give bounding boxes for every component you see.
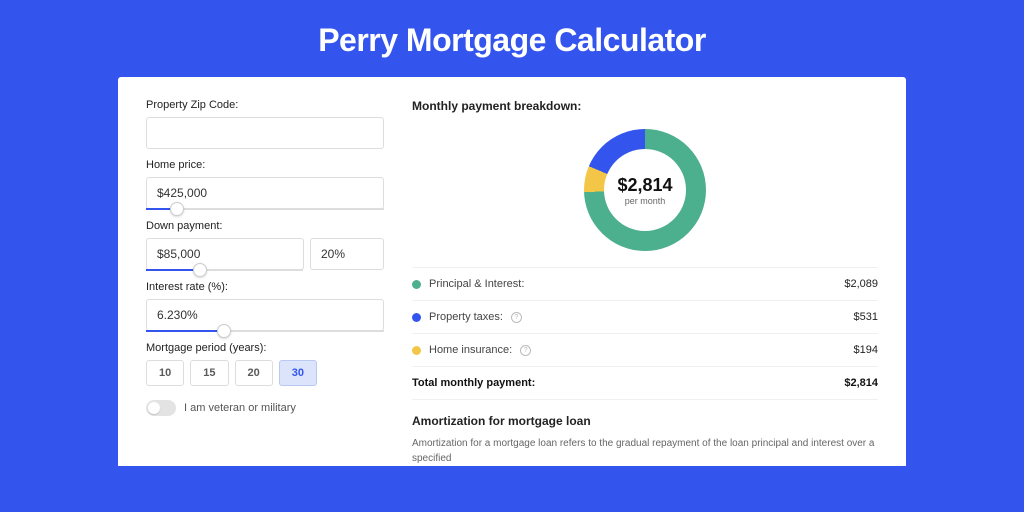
rate-slider-thumb[interactable] — [217, 324, 231, 338]
down-label: Down payment: — [146, 220, 384, 232]
legend-value: $531 — [854, 311, 878, 323]
period-20[interactable]: 20 — [235, 360, 273, 386]
period-10[interactable]: 10 — [146, 360, 184, 386]
info-icon[interactable]: ? — [511, 312, 522, 323]
amort-title: Amortization for mortgage loan — [412, 414, 878, 428]
price-slider[interactable] — [146, 208, 384, 210]
zip-input[interactable] — [146, 117, 384, 149]
dot-icon — [412, 313, 421, 322]
calculator-card: Property Zip Code: Home price: Down paym… — [118, 77, 906, 466]
rate-input[interactable] — [146, 299, 384, 331]
zip-field: Property Zip Code: — [146, 99, 384, 149]
zip-label: Property Zip Code: — [146, 99, 384, 111]
legend-taxes: Property taxes: ? $531 — [412, 301, 878, 334]
legend-label: Property taxes: — [429, 311, 503, 323]
period-30[interactable]: 30 — [279, 360, 317, 386]
legend-label: Principal & Interest: — [429, 278, 524, 290]
period-label: Mortgage period (years): — [146, 342, 384, 354]
down-field: Down payment: — [146, 220, 384, 271]
amortization-section: Amortization for mortgage loan Amortizat… — [412, 414, 878, 466]
legend-label: Home insurance: — [429, 344, 512, 356]
period-field: Mortgage period (years): 10 15 20 30 — [146, 342, 384, 386]
veteran-row: I am veteran or military — [146, 400, 384, 416]
info-icon[interactable]: ? — [520, 345, 531, 356]
period-15[interactable]: 15 — [190, 360, 228, 386]
rate-field: Interest rate (%): — [146, 281, 384, 332]
donut-sub: per month — [625, 196, 666, 206]
legend-value: $2,089 — [844, 278, 878, 290]
legend: Principal & Interest: $2,089 Property ta… — [412, 267, 878, 400]
veteran-label: I am veteran or military — [184, 402, 296, 414]
breakdown-title: Monthly payment breakdown: — [412, 99, 878, 113]
price-field: Home price: — [146, 159, 384, 210]
legend-principal: Principal & Interest: $2,089 — [412, 268, 878, 301]
donut-chart: $2,814 per month — [584, 129, 706, 251]
price-label: Home price: — [146, 159, 384, 171]
total-label: Total monthly payment: — [412, 377, 535, 389]
donut-center: $2,814 per month — [604, 149, 686, 231]
dot-icon — [412, 280, 421, 289]
legend-total: Total monthly payment: $2,814 — [412, 367, 878, 400]
period-buttons: 10 15 20 30 — [146, 360, 384, 386]
down-slider[interactable] — [146, 269, 303, 271]
price-slider-thumb[interactable] — [170, 202, 184, 216]
legend-insurance: Home insurance: ? $194 — [412, 334, 878, 367]
rate-slider[interactable] — [146, 330, 384, 332]
down-slider-thumb[interactable] — [193, 263, 207, 277]
donut-value: $2,814 — [617, 175, 672, 196]
total-value: $2,814 — [844, 377, 878, 389]
down-pct-input[interactable] — [310, 238, 384, 270]
form-column: Property Zip Code: Home price: Down paym… — [146, 99, 384, 466]
breakdown-column: Monthly payment breakdown: $2,814 per mo… — [412, 99, 878, 466]
legend-value: $194 — [854, 344, 878, 356]
toggle-knob — [148, 402, 160, 414]
donut-wrap: $2,814 per month — [412, 123, 878, 267]
dot-icon — [412, 346, 421, 355]
amort-text: Amortization for a mortgage loan refers … — [412, 436, 878, 466]
rate-label: Interest rate (%): — [146, 281, 384, 293]
down-input[interactable] — [146, 238, 304, 270]
veteran-toggle[interactable] — [146, 400, 176, 416]
page-title: Perry Mortgage Calculator — [0, 0, 1024, 77]
